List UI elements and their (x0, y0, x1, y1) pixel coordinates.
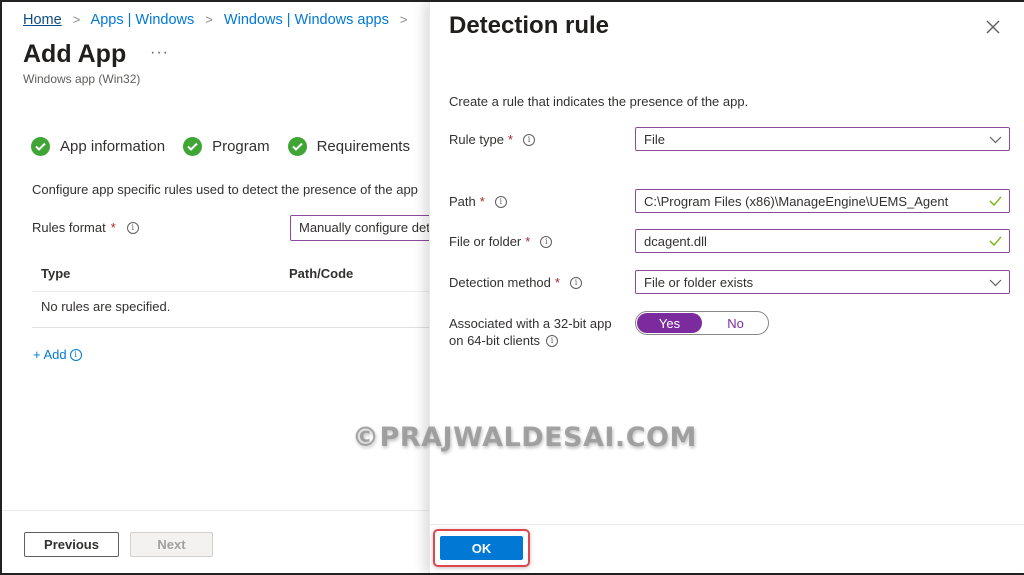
chevron-right-icon: > (205, 12, 213, 27)
file-or-folder-input[interactable]: dcagent.dll (635, 229, 1010, 253)
path-label: Path * i (449, 194, 507, 209)
toggle-yes[interactable]: Yes (637, 313, 702, 333)
check-circle-icon (183, 137, 203, 156)
required-marker: * (525, 234, 531, 249)
associated-32bit-toggle[interactable]: Yes No (635, 311, 769, 335)
chevron-right-icon: > (399, 12, 408, 27)
step-label: App information (60, 138, 166, 155)
add-label[interactable]: + Add (33, 347, 67, 362)
file-or-folder-label: File or folder * i (449, 234, 553, 249)
empty-text: No rules are specified. (41, 299, 171, 314)
add-rule-link[interactable]: + Add i (33, 347, 82, 362)
breadcrumb-windows-apps[interactable]: Windows | Windows apps (224, 12, 389, 28)
wizard-steps: App information Program Requirements (31, 137, 428, 156)
info-icon[interactable]: i (546, 334, 559, 347)
rules-table-header: Type Path/Code (32, 260, 430, 292)
rule-type-label: Rule type * i (449, 132, 535, 147)
chevron-down-icon (989, 275, 1002, 290)
next-button[interactable]: Next (130, 532, 213, 557)
info-icon[interactable]: i (569, 276, 582, 289)
rules-format-label: Rules format * i (32, 220, 139, 235)
step-app-information[interactable]: App information (31, 137, 165, 156)
path-input[interactable]: C:\Program Files (x86)\ManageEngine\UEMS… (635, 189, 1010, 213)
step-label: Program (212, 138, 270, 155)
detection-method-label: Detection method * i (449, 275, 582, 290)
file-or-folder-value: dcagent.dll (644, 234, 707, 249)
step-program[interactable]: Program (183, 137, 270, 156)
more-options-icon[interactable]: ··· (150, 44, 169, 62)
info-icon[interactable]: i (494, 195, 507, 208)
detection-rule-panel: Detection rule Create a rule that indica… (429, 2, 1024, 573)
associated-32bit-line2: on 64-bit clients (449, 333, 541, 348)
breadcrumb-home[interactable]: Home (23, 12, 62, 28)
rules-format-dropdown[interactable]: Manually configure detection rules (290, 215, 430, 241)
path-value: C:\Program Files (x86)\ManageEngine\UEMS… (644, 194, 949, 209)
chevron-down-icon (989, 132, 1002, 147)
rules-table-empty-row: No rules are specified. (32, 292, 430, 328)
close-icon (986, 20, 1000, 34)
close-button[interactable] (982, 16, 1004, 38)
add-app-blade: Home > Apps | Windows > Windows | Window… (2, 2, 430, 573)
footer-divider (2, 510, 430, 511)
valid-check-icon (989, 194, 1002, 209)
required-marker: * (110, 220, 116, 235)
panel-title: Detection rule (449, 12, 610, 39)
associated-32bit-line2-wrap: on 64-bit clients i (449, 333, 559, 348)
step-requirements[interactable]: Requirements (287, 137, 410, 156)
column-type: Type (41, 266, 71, 281)
panel-footer-divider (430, 524, 1024, 525)
detection-method-text: Detection method (449, 275, 551, 290)
page-title: Add App (23, 40, 127, 68)
page-subtitle: Windows app (Win32) (23, 72, 141, 86)
required-marker: * (507, 132, 513, 147)
check-circle-icon (31, 137, 50, 156)
info-icon[interactable]: i (540, 235, 553, 248)
valid-check-icon (989, 234, 1002, 249)
toggle-no[interactable]: No (703, 312, 768, 334)
panel-description: Create a rule that indicates the presenc… (449, 94, 749, 109)
rule-type-dropdown[interactable]: File (635, 127, 1010, 151)
info-icon[interactable]: i (69, 348, 82, 361)
breadcrumb-apps-windows[interactable]: Apps | Windows (91, 12, 195, 28)
detection-method-value: File or folder exists (644, 275, 754, 290)
rules-format-text: Rules format (32, 220, 106, 235)
info-icon[interactable]: i (126, 221, 139, 234)
path-text: Path (449, 194, 476, 209)
column-path-code: Path/Code (289, 266, 354, 281)
check-circle-icon (287, 137, 307, 156)
associated-32bit-label: Associated with a 32-bit app on 64-bit c… (449, 316, 612, 348)
detection-method-dropdown[interactable]: File or folder exists (635, 270, 1010, 294)
previous-button[interactable]: Previous (24, 532, 119, 557)
file-or-folder-text: File or folder (449, 234, 522, 249)
required-marker: * (554, 275, 560, 290)
step-label: Requirements (316, 138, 410, 155)
associated-32bit-line1: Associated with a 32-bit app (449, 316, 612, 331)
ok-button[interactable]: OK (440, 536, 523, 560)
detection-description: Configure app specific rules used to det… (32, 182, 418, 197)
rule-type-value: File (644, 132, 665, 147)
chevron-right-icon: > (72, 12, 81, 27)
info-icon[interactable]: i (522, 133, 535, 146)
required-marker: * (479, 194, 485, 209)
breadcrumb: Home > Apps | Windows > Windows | Window… (23, 12, 414, 28)
rule-type-text: Rule type (449, 132, 504, 147)
